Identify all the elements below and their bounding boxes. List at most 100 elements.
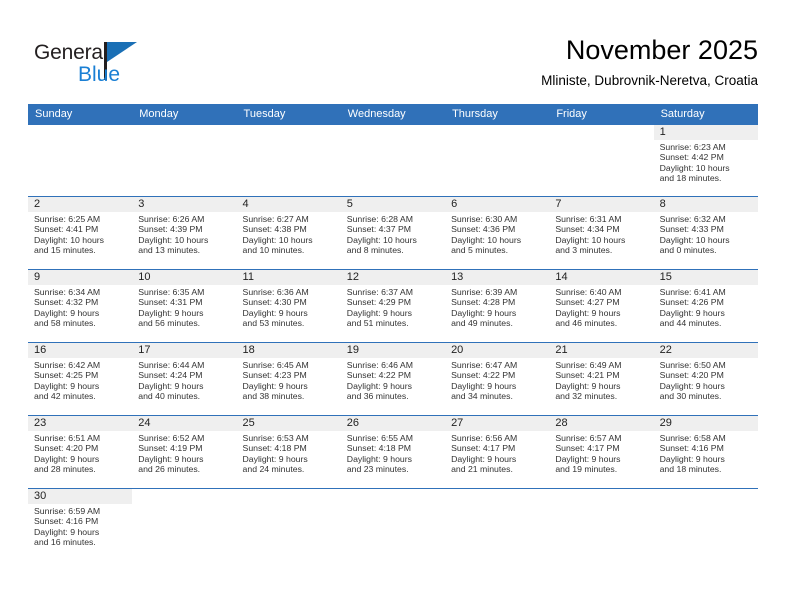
- day-cell-empty: [236, 125, 341, 196]
- day-cell-27[interactable]: 27 Sunrise: 6:56 AM Sunset: 4:17 PM Dayligh…: [445, 416, 550, 488]
- day-cell-empty: [445, 125, 550, 196]
- day-sunrise-text: Sunrise: 6:35 AM: [138, 287, 205, 297]
- day-sunrise-text: Sunrise: 6:30 AM: [451, 214, 518, 224]
- day-number: 14: [549, 270, 654, 285]
- day-sunset-text: Sunset: 4:27 PM: [555, 297, 620, 308]
- day-cell-19[interactable]: 19 Sunrise: 6:46 AM Sunset: 4:22 PM Dayligh…: [340, 343, 446, 415]
- day-sunrise-text: Sunrise: 6:34 AM: [34, 287, 101, 297]
- day-cell-15[interactable]: 15 Sunrise: 6:41 AM Sunset: 4:26 PM Dayligh…: [653, 270, 758, 342]
- day-cell-24[interactable]: 24 Sunrise: 6:52 AM Sunset: 4:19 PM Dayligh…: [132, 416, 237, 488]
- day-daylight2-text: and 3 minutes.: [555, 245, 613, 256]
- day-daylight2-text: and 32 minutes.: [555, 391, 618, 402]
- day-daylight1-text: Daylight: 10 hours: [451, 234, 522, 245]
- day-number: [28, 125, 133, 140]
- day-cell-17[interactable]: 17 Sunrise: 6:44 AM Sunset: 4:24 PM Dayligh…: [132, 343, 237, 415]
- day-daylight1-text: Daylight: 10 hours: [659, 162, 730, 173]
- day-cell-3[interactable]: 3 Sunrise: 6:26 AM Sunset: 4:39 PM Daylight…: [132, 197, 237, 269]
- day-cell-14[interactable]: 14 Sunrise: 6:40 AM Sunset: 4:27 PM Dayligh…: [549, 270, 654, 342]
- day-daylight1-text: Daylight: 9 hours: [555, 380, 621, 391]
- day-sun-info: Sunrise: 6:27 AM Sunset: 4:38 PM Daylight:…: [237, 212, 341, 256]
- day-sun-info: Sunrise: 6:41 AM Sunset: 4:26 PM Daylight:…: [654, 285, 758, 329]
- weekday-header-monday: Monday: [139, 108, 179, 120]
- day-cell-30[interactable]: 30 Sunrise: 6:59 AM Sunset: 4:16 PM Dayligh…: [28, 489, 133, 575]
- day-sun-info: Sunrise: 6:46 AM Sunset: 4:22 PM Daylight:…: [341, 358, 445, 402]
- day-number: 18: [236, 343, 341, 358]
- day-cell-28[interactable]: 28 Sunrise: 6:57 AM Sunset: 4:17 PM Dayligh…: [549, 416, 654, 488]
- day-cell-8[interactable]: 8 Sunrise: 6:32 AM Sunset: 4:33 PM Daylight…: [653, 197, 758, 269]
- day-sun-info: Sunrise: 6:34 AM Sunset: 4:32 PM Daylight:…: [28, 285, 132, 329]
- day-sunset-text: Sunset: 4:26 PM: [659, 297, 724, 308]
- day-sun-info: Sunrise: 6:59 AM Sunset: 4:16 PM Daylight:…: [28, 504, 132, 548]
- day-cell-2[interactable]: 2 Sunrise: 6:25 AM Sunset: 4:41 PM Daylight…: [28, 197, 133, 269]
- day-daylight1-text: Daylight: 9 hours: [659, 307, 725, 318]
- day-cell-21[interactable]: 21 Sunrise: 6:49 AM Sunset: 4:21 PM Dayligh…: [549, 343, 654, 415]
- day-number: 3: [132, 197, 237, 212]
- day-number: 26: [340, 416, 446, 431]
- day-cell-29[interactable]: 29 Sunrise: 6:58 AM Sunset: 4:16 PM Dayligh…: [653, 416, 758, 488]
- day-sunrise-text: Sunrise: 6:59 AM: [34, 506, 101, 516]
- day-sun-info: Sunrise: 6:36 AM Sunset: 4:30 PM Daylight:…: [237, 285, 341, 329]
- day-cell-26[interactable]: 26 Sunrise: 6:55 AM Sunset: 4:18 PM Dayligh…: [340, 416, 446, 488]
- day-number: 25: [236, 416, 341, 431]
- day-cell-10[interactable]: 10 Sunrise: 6:35 AM Sunset: 4:31 PM Dayligh…: [132, 270, 237, 342]
- day-daylight1-text: Daylight: 10 hours: [34, 234, 105, 245]
- day-sunrise-text: Sunrise: 6:28 AM: [346, 214, 413, 224]
- title-block: November 2025 Mliniste, Dubrovnik-Neretv…: [541, 34, 758, 89]
- day-cell-25[interactable]: 25 Sunrise: 6:53 AM Sunset: 4:18 PM Dayligh…: [236, 416, 341, 488]
- day-cell-11[interactable]: 11 Sunrise: 6:36 AM Sunset: 4:30 PM Dayligh…: [236, 270, 341, 342]
- day-cell-16[interactable]: 16 Sunrise: 6:42 AM Sunset: 4:25 PM Dayligh…: [28, 343, 133, 415]
- day-daylight1-text: Daylight: 9 hours: [346, 453, 412, 464]
- day-cell-6[interactable]: 6 Sunrise: 6:30 AM Sunset: 4:36 PM Daylight…: [445, 197, 550, 269]
- day-sunrise-text: Sunrise: 6:56 AM: [451, 433, 518, 443]
- day-daylight2-text: and 16 minutes.: [34, 537, 96, 548]
- day-sunset-text: Sunset: 4:20 PM: [659, 370, 724, 381]
- day-cell-7[interactable]: 7 Sunrise: 6:31 AM Sunset: 4:34 PM Daylight…: [549, 197, 654, 269]
- day-sun-info: Sunrise: 6:55 AM Sunset: 4:18 PM Daylight:…: [341, 431, 445, 475]
- day-daylight1-text: Daylight: 9 hours: [242, 453, 308, 464]
- day-sunset-text: Sunset: 4:39 PM: [138, 224, 203, 235]
- general-blue-logo[interactable]: General Blue: [34, 40, 164, 92]
- day-sunrise-text: Sunrise: 6:51 AM: [34, 433, 101, 443]
- day-cell-13[interactable]: 13 Sunrise: 6:39 AM Sunset: 4:28 PM Dayligh…: [445, 270, 550, 342]
- day-cell-4[interactable]: 4 Sunrise: 6:27 AM Sunset: 4:38 PM Daylight…: [236, 197, 341, 269]
- day-cell-18[interactable]: 18 Sunrise: 6:45 AM Sunset: 4:23 PM Dayligh…: [236, 343, 341, 415]
- day-daylight1-text: Daylight: 10 hours: [242, 234, 313, 245]
- day-sun-info: Sunrise: 6:49 AM Sunset: 4:21 PM Daylight:…: [549, 358, 653, 402]
- day-sunset-text: Sunset: 4:16 PM: [659, 443, 724, 454]
- day-cell-20[interactable]: 20 Sunrise: 6:47 AM Sunset: 4:22 PM Dayligh…: [445, 343, 550, 415]
- day-sun-info: Sunrise: 6:25 AM Sunset: 4:41 PM Daylight:…: [28, 212, 132, 256]
- day-sun-info: Sunrise: 6:57 AM Sunset: 4:17 PM Daylight:…: [549, 431, 653, 475]
- day-cell-5[interactable]: 5 Sunrise: 6:28 AM Sunset: 4:37 PM Daylight…: [340, 197, 446, 269]
- calendar-weeks: 1 Sunrise: 6:23 AM Sunset: 4:42 PM Daylight…: [28, 125, 758, 575]
- day-sunset-text: Sunset: 4:19 PM: [138, 443, 203, 454]
- day-daylight1-text: Daylight: 9 hours: [451, 453, 517, 464]
- day-sunrise-text: Sunrise: 6:39 AM: [451, 287, 518, 297]
- day-daylight2-text: and 15 minutes.: [34, 245, 96, 256]
- day-sun-info: Sunrise: 6:35 AM Sunset: 4:31 PM Daylight:…: [132, 285, 236, 329]
- calendar-week-row: 30 Sunrise: 6:59 AM Sunset: 4:16 PM Dayligh…: [28, 489, 758, 575]
- day-sunset-text: Sunset: 4:20 PM: [34, 443, 99, 454]
- day-sunset-text: Sunset: 4:29 PM: [346, 297, 412, 308]
- day-cell-22[interactable]: 22 Sunrise: 6:50 AM Sunset: 4:20 PM Dayligh…: [653, 343, 758, 415]
- day-daylight2-text: and 49 minutes.: [451, 318, 513, 329]
- day-cell-12[interactable]: 12 Sunrise: 6:37 AM Sunset: 4:29 PM Dayligh…: [340, 270, 446, 342]
- day-sunrise-text: Sunrise: 6:41 AM: [659, 287, 726, 297]
- day-sunrise-text: Sunrise: 6:50 AM: [659, 360, 726, 370]
- day-sun-info: Sunrise: 6:52 AM Sunset: 4:19 PM Daylight:…: [132, 431, 236, 475]
- day-daylight2-text: and 5 minutes.: [451, 245, 509, 256]
- day-daylight1-text: Daylight: 9 hours: [138, 453, 204, 464]
- day-cell-9[interactable]: 9 Sunrise: 6:34 AM Sunset: 4:32 PM Daylight…: [28, 270, 133, 342]
- day-daylight2-text: and 8 minutes.: [346, 245, 404, 256]
- day-sun-info: Sunrise: 6:45 AM Sunset: 4:23 PM Daylight:…: [237, 358, 341, 402]
- day-number: 7: [549, 197, 654, 212]
- day-sunrise-text: Sunrise: 6:26 AM: [138, 214, 205, 224]
- calendar-week-row: 2 Sunrise: 6:25 AM Sunset: 4:41 PM Daylight…: [28, 197, 758, 270]
- day-sun-info: Sunrise: 6:42 AM Sunset: 4:25 PM Daylight:…: [28, 358, 132, 402]
- day-number: 8: [653, 197, 758, 212]
- day-daylight2-text: and 24 minutes.: [242, 464, 305, 475]
- day-sunrise-text: Sunrise: 6:47 AM: [451, 360, 518, 370]
- day-sunset-text: Sunset: 4:31 PM: [138, 297, 203, 308]
- day-cell-23[interactable]: 23 Sunrise: 6:51 AM Sunset: 4:20 PM Dayligh…: [28, 416, 133, 488]
- day-number: 5: [340, 197, 446, 212]
- day-cell-1[interactable]: 1 Sunrise: 6:23 AM Sunset: 4:42 PM Daylight…: [653, 125, 758, 196]
